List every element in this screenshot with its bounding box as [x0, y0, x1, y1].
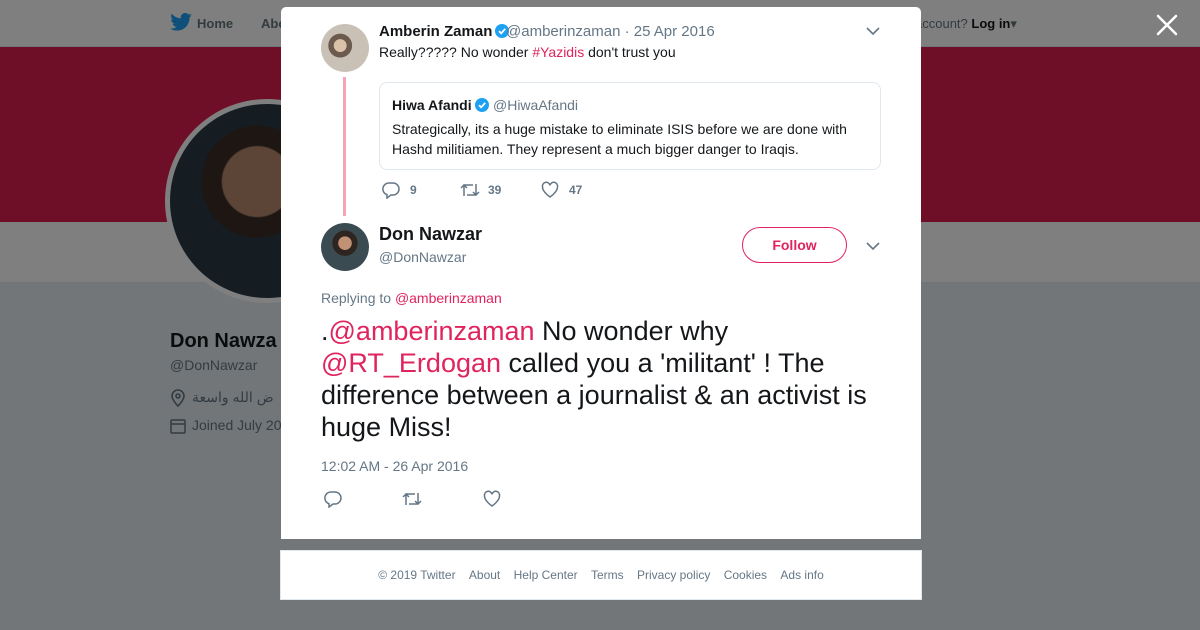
footer-links: © 2019 Twitter About Help Center Terms P…: [281, 568, 921, 582]
parent-like-button[interactable]: 47: [541, 181, 601, 201]
close-icon[interactable]: [1156, 14, 1178, 36]
like-icon: [541, 181, 559, 198]
footer-link-help-center[interactable]: Help Center: [514, 568, 578, 582]
tweet-modal: Amberin Zaman @amberinzaman · 25 Apr 201…: [281, 7, 921, 539]
main-author-name[interactable]: Don Nawzar: [379, 224, 482, 245]
like-count: 47: [569, 183, 583, 197]
footer-link-ads-info[interactable]: Ads info: [780, 568, 823, 582]
quote-text: Strategically, its a huge mistake to eli…: [392, 121, 847, 157]
replying-to: Replying to @amberinzaman: [321, 290, 502, 306]
parent-author-handle-date[interactable]: @amberinzaman · 25 Apr 2016: [506, 23, 715, 40]
retweet-icon: [460, 183, 480, 197]
main-retweet-button[interactable]: [402, 490, 424, 510]
verified-badge-icon: [474, 98, 489, 112]
hashtag-link[interactable]: #Yazidis: [532, 44, 584, 60]
parent-author-avatar[interactable]: [321, 24, 369, 72]
main-author-avatar[interactable]: [321, 223, 369, 271]
footer-link-cookies[interactable]: Cookies: [724, 568, 767, 582]
reply-icon: [324, 491, 342, 508]
thread-connector: [343, 77, 346, 216]
follow-button[interactable]: Follow: [742, 227, 847, 263]
text-prefix: .: [321, 316, 329, 346]
tweet-timestamp[interactable]: 12:02 AM - 26 Apr 2016: [321, 458, 468, 474]
quote-author-name: Hiwa Afandi: [392, 97, 489, 113]
like-icon: [483, 490, 501, 507]
retweet-icon: [402, 492, 422, 506]
parent-reply-button[interactable]: 9: [382, 181, 432, 201]
quoted-tweet[interactable]: Hiwa Afandi @HiwaAfandi Strategically, i…: [379, 82, 881, 170]
retweet-count: 39: [488, 183, 502, 197]
parent-author-name[interactable]: Amberin Zaman: [379, 23, 510, 40]
main-like-button[interactable]: [483, 490, 505, 510]
quote-author-handle: @HiwaAfandi: [493, 97, 579, 113]
quote-author-name-text: Hiwa Afandi: [392, 97, 472, 113]
footer-link-about[interactable]: About: [469, 568, 500, 582]
reply-icon: [382, 182, 400, 199]
replying-label: Replying to: [321, 290, 395, 306]
parent-retweet-button[interactable]: 39: [460, 181, 520, 201]
main-tweet-text: .@amberinzaman No wonder why @RT_Erdogan…: [321, 315, 886, 443]
main-reply-button[interactable]: [324, 490, 346, 510]
replying-to-link[interactable]: @amberinzaman: [395, 290, 502, 306]
footer-link-terms[interactable]: Terms: [591, 568, 624, 582]
parent-tweet-text: Really????? No wonder #Yazidis don't tru…: [379, 44, 676, 60]
copyright: © 2019 Twitter: [378, 568, 456, 582]
main-author-handle[interactable]: @DonNawzar: [379, 249, 466, 265]
reply-count: 9: [410, 183, 417, 197]
chevron-down-icon[interactable]: [866, 26, 880, 36]
text-mid: No wonder why: [534, 316, 729, 346]
parent-text-before: Really????? No wonder: [379, 44, 533, 60]
parent-text-after: don't trust you: [584, 44, 676, 60]
modal-footer: © 2019 Twitter About Help Center Terms P…: [280, 550, 922, 600]
parent-author-name-text: Amberin Zaman: [379, 23, 493, 40]
mention-link[interactable]: @RT_Erdogan: [321, 348, 501, 378]
chevron-down-icon[interactable]: [866, 241, 880, 251]
mention-link[interactable]: @amberinzaman: [329, 316, 535, 346]
footer-link-privacy[interactable]: Privacy policy: [637, 568, 710, 582]
